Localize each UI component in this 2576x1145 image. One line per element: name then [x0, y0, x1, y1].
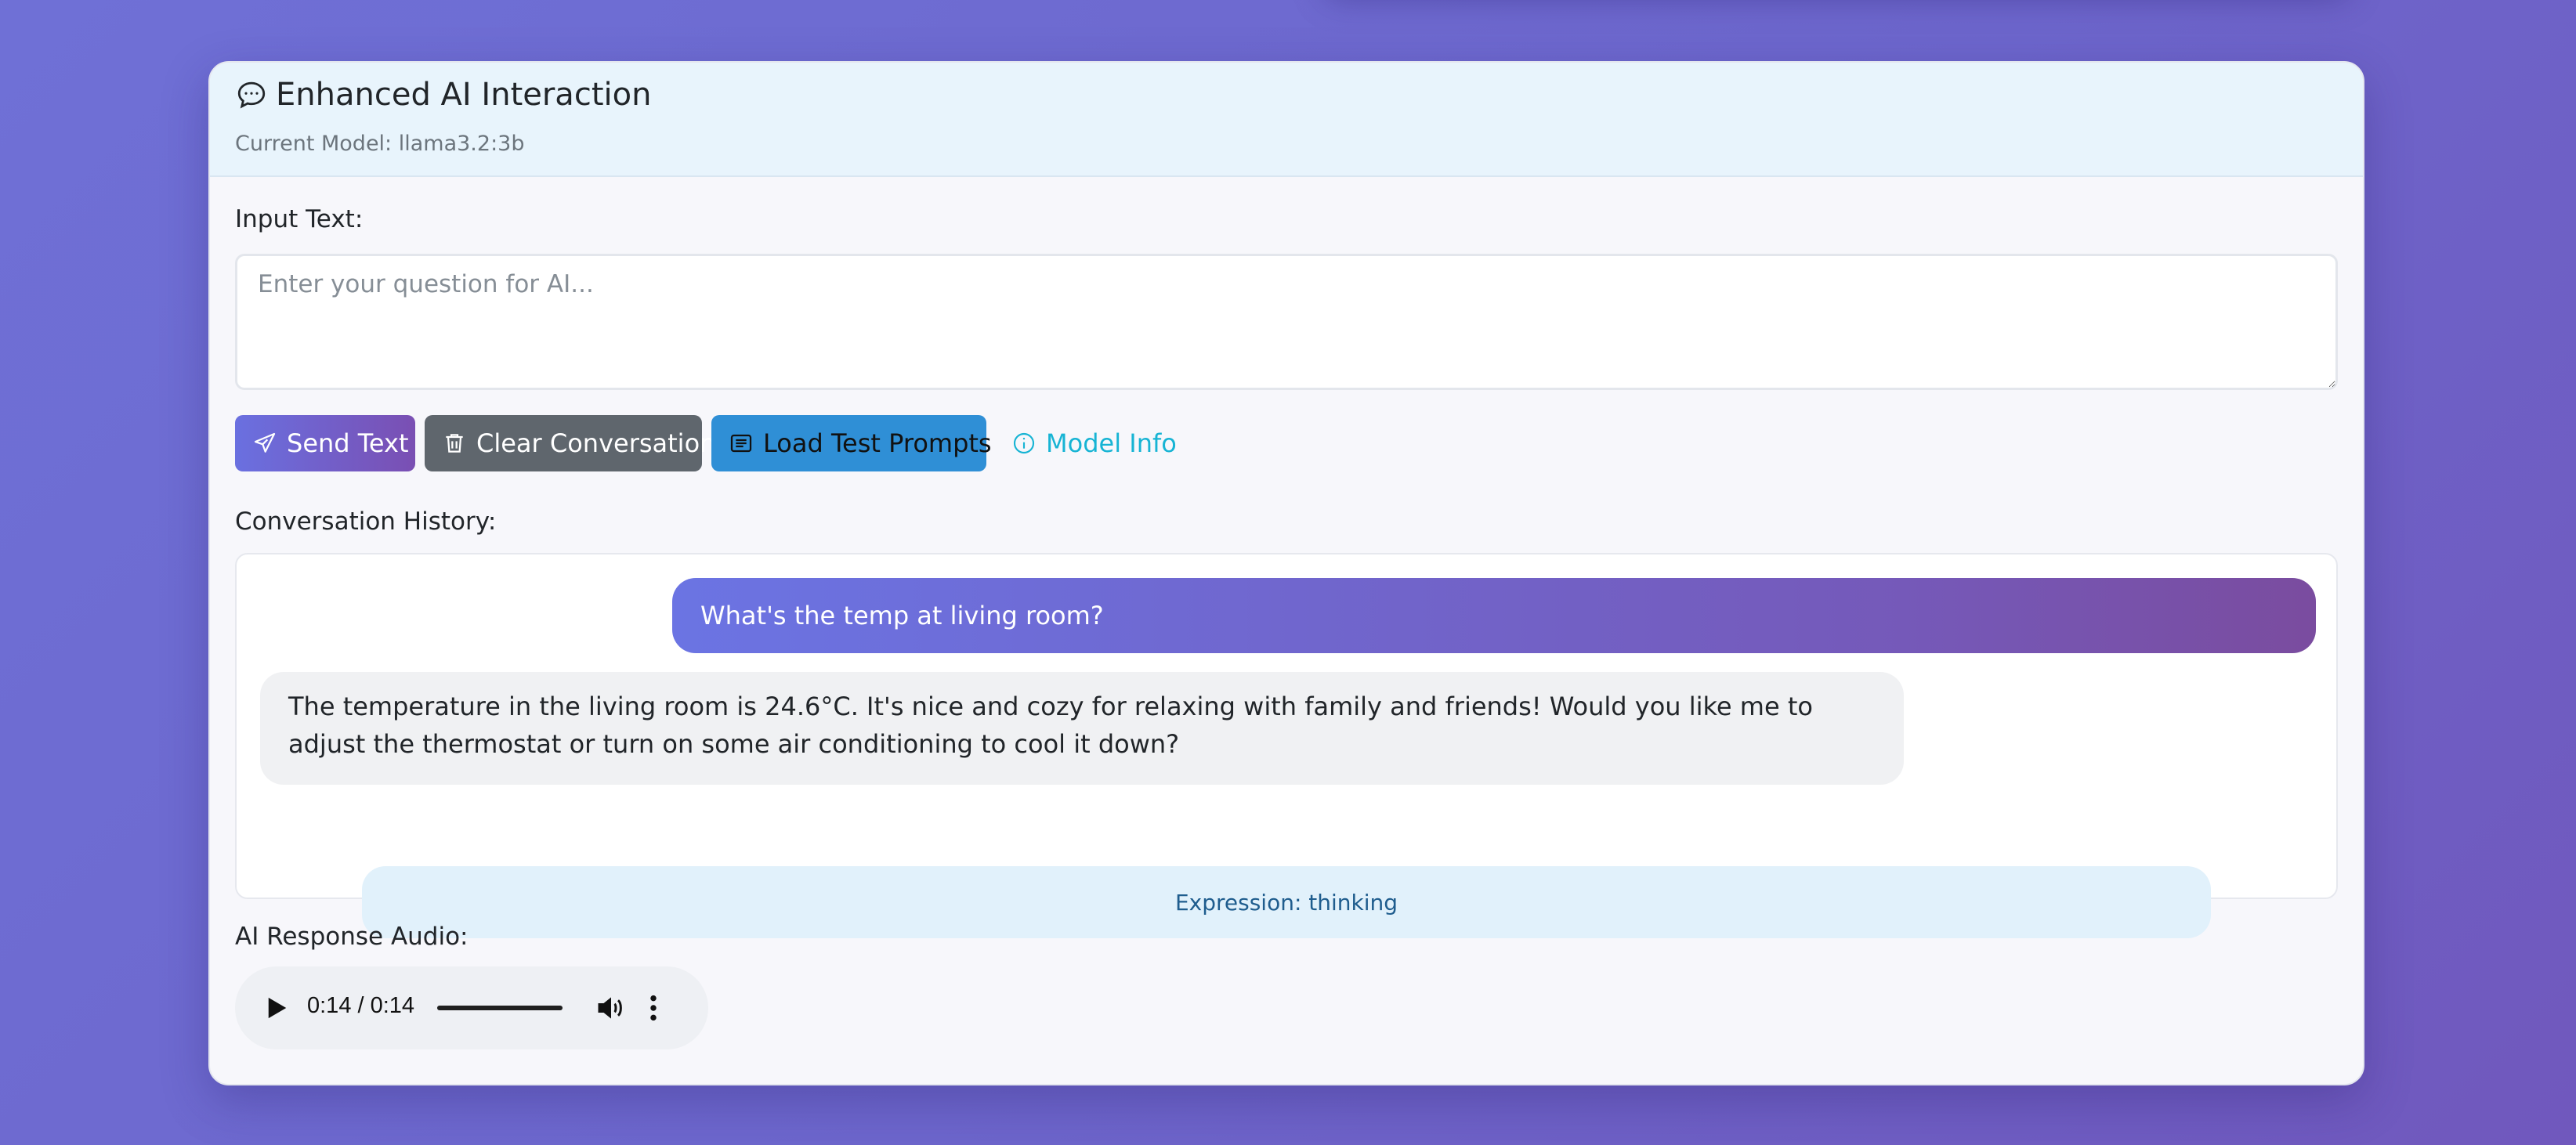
send-icon: [254, 432, 276, 453]
model-info-link[interactable]: Model Info: [996, 415, 1192, 471]
question-input[interactable]: [235, 254, 2338, 390]
list-icon: [730, 434, 752, 453]
audio-progress-bar[interactable]: [437, 1006, 563, 1010]
trash-icon: [446, 434, 463, 453]
volume-icon[interactable]: [597, 995, 625, 1021]
action-buttons: Send Text Clear Conversation Load Test P…: [235, 415, 1192, 471]
ai-message-bubble: The temperature in the living room is 24…: [260, 672, 1904, 785]
clear-conversation-label: Clear Conversation: [476, 428, 716, 458]
title-text: Enhanced AI Interaction: [276, 77, 652, 113]
load-test-prompts-button[interactable]: Load Test Prompts: [711, 415, 992, 471]
more-vertical-icon[interactable]: [649, 995, 658, 1021]
expression-status: Expression: thinking: [362, 866, 2211, 938]
audio-player: 0:14 / 0:14: [235, 966, 708, 1049]
card-header: Enhanced AI Interaction Current Model: l…: [210, 63, 2363, 177]
audio-time: 0:14 / 0:14: [307, 993, 415, 1018]
audio-progress-fill: [437, 1006, 563, 1010]
info-icon: [1013, 432, 1035, 454]
load-test-prompts-label: Load Test Prompts: [763, 428, 992, 458]
page-title: Enhanced AI Interaction: [235, 77, 651, 113]
play-icon[interactable]: [266, 996, 288, 1020]
send-text-button[interactable]: Send Text: [235, 415, 415, 471]
conversation-history-label: Conversation History:: [235, 507, 497, 536]
current-model-label: Current Model: llama3.2:3b: [235, 132, 525, 156]
user-message-bubble: What's the temp at living room?: [672, 578, 2316, 653]
send-text-label: Send Text: [287, 428, 409, 458]
ai-response-audio-label: AI Response Audio:: [235, 923, 469, 951]
input-text-label: Input Text:: [235, 205, 364, 233]
main-card: Enhanced AI Interaction Current Model: l…: [208, 61, 2364, 1085]
conversation-history: What's the temp at living room? The temp…: [235, 553, 2338, 938]
model-info-label: Model Info: [1046, 428, 1177, 458]
clear-conversation-button[interactable]: Clear Conversation: [425, 415, 715, 471]
speech-bubble-icon: [237, 81, 266, 109]
